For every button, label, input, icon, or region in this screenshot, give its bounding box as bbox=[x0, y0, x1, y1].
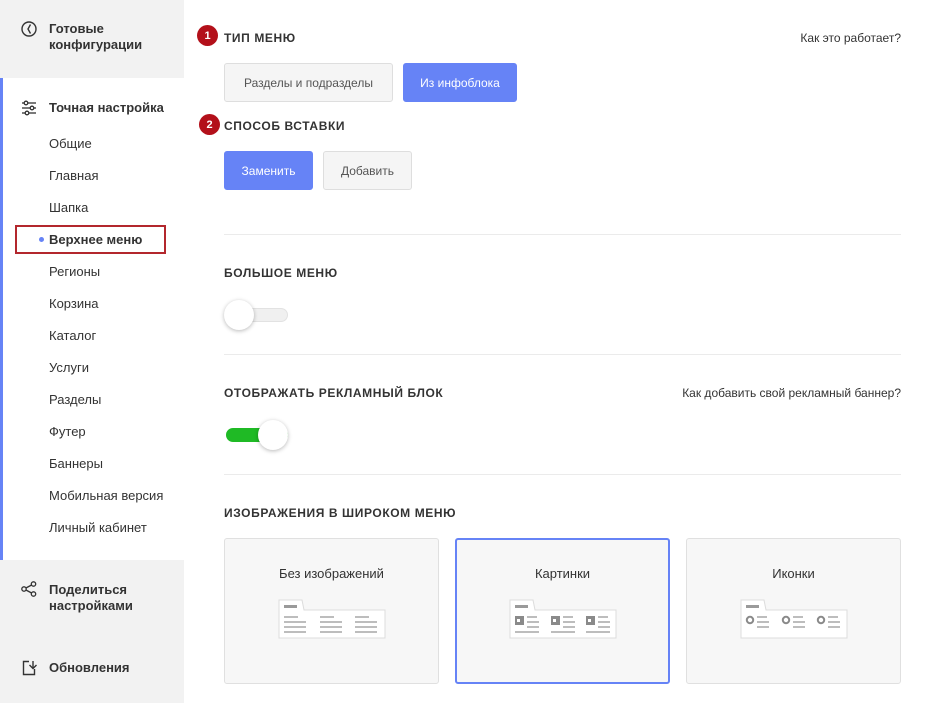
section-title-insert-method: СПОСОБ ВСТАВКИ bbox=[224, 119, 346, 133]
sidebar-subitem-top-menu[interactable]: Верхнее меню bbox=[49, 232, 142, 248]
sidebar-subitem-catalog[interactable]: Каталог bbox=[49, 328, 96, 344]
image-option-pictures[interactable]: Картинки bbox=[455, 538, 670, 684]
option-replace[interactable]: Заменить bbox=[224, 151, 313, 190]
big-menu-toggle[interactable] bbox=[224, 300, 288, 330]
sidebar-item-updates[interactable]: Обновления bbox=[0, 641, 184, 703]
sidebar-subitem-main-page[interactable]: Главная bbox=[49, 168, 98, 184]
section-title-big-menu: БОЛЬШОЕ МЕНЮ bbox=[224, 266, 338, 280]
configurations-icon bbox=[21, 21, 37, 37]
toggle-knob bbox=[258, 420, 288, 450]
section-divider bbox=[224, 474, 901, 475]
sidebar-subitem-regions[interactable]: Регионы bbox=[49, 264, 100, 280]
section-divider bbox=[224, 234, 901, 235]
menu-no-images-preview-icon bbox=[278, 599, 386, 639]
option-sections-subsections[interactable]: Разделы и подразделы bbox=[224, 63, 393, 102]
card-label: Иконки bbox=[772, 566, 815, 581]
menu-pictures-preview-icon bbox=[509, 599, 617, 639]
sidebar-item-configurations[interactable]: Готовые конфигурации bbox=[0, 0, 184, 78]
sidebar-subitem-sections[interactable]: Разделы bbox=[49, 392, 101, 408]
sidebar-item-label: Готовые конфигурации bbox=[49, 21, 143, 52]
sidebar-item-fine-tuning[interactable]: Точная настройка bbox=[20, 98, 180, 118]
section-divider bbox=[224, 354, 901, 355]
sidebar-subitem-account[interactable]: Личный кабинет bbox=[49, 520, 147, 536]
section-title-menu-type: ТИП МЕНЮ bbox=[224, 31, 296, 45]
card-label: Картинки bbox=[534, 566, 591, 581]
help-link-how-it-works[interactable]: Как это работает? bbox=[800, 31, 901, 45]
option-add[interactable]: Добавить bbox=[323, 151, 412, 190]
sidebar-item-label: Поделиться настройками bbox=[49, 582, 133, 613]
settings-sidebar: Готовые конфигурации Точная настройка Об… bbox=[0, 0, 184, 703]
section-title-ad-block: ОТОБРАЖАТЬ РЕКЛАМНЫЙ БЛОК bbox=[224, 386, 444, 400]
menu-icons-preview-icon bbox=[740, 599, 848, 639]
sidebar-item-share-settings[interactable]: Поделиться настройками bbox=[0, 560, 184, 641]
section-title-wide-menu-images: ИЗОБРАЖЕНИЯ В ШИРОКОМ МЕНЮ bbox=[224, 506, 457, 520]
sliders-icon bbox=[22, 100, 36, 116]
sidebar-subitem-banners[interactable]: Баннеры bbox=[49, 456, 103, 472]
card-label: Без изображений bbox=[279, 566, 384, 581]
ad-block-toggle[interactable] bbox=[224, 420, 288, 450]
sidebar-item-label: Точная настройка bbox=[49, 100, 164, 115]
step-badge: 1 bbox=[197, 25, 218, 46]
step-badge: 2 bbox=[199, 114, 220, 135]
sidebar-subitem-services[interactable]: Услуги bbox=[49, 360, 89, 376]
help-link-add-banner[interactable]: Как добавить свой рекламный баннер? bbox=[682, 386, 901, 400]
sidebar-subitem-general[interactable]: Общие bbox=[49, 136, 92, 152]
sidebar-section-fine-tuning: Точная настройка Общие Главная Шапка Вер… bbox=[0, 78, 184, 560]
sidebar-subitem-cart[interactable]: Корзина bbox=[49, 296, 99, 312]
updates-icon bbox=[22, 660, 37, 676]
sidebar-item-label: Обновления bbox=[49, 660, 130, 675]
share-icon bbox=[21, 581, 37, 597]
sidebar-subitem-mobile[interactable]: Мобильная версия bbox=[49, 488, 163, 504]
settings-content: 1 ТИП МЕНЮ Как это работает? Разделы и п… bbox=[184, 0, 932, 703]
sidebar-subitem-footer[interactable]: Футер bbox=[49, 424, 86, 440]
toggle-knob bbox=[224, 300, 254, 330]
active-dot-icon bbox=[39, 237, 44, 242]
option-from-infoblock[interactable]: Из инфоблока bbox=[403, 63, 517, 102]
image-option-none[interactable]: Без изображений bbox=[224, 538, 439, 684]
image-option-icons[interactable]: Иконки bbox=[686, 538, 901, 684]
sidebar-subitem-header[interactable]: Шапка bbox=[49, 200, 88, 216]
